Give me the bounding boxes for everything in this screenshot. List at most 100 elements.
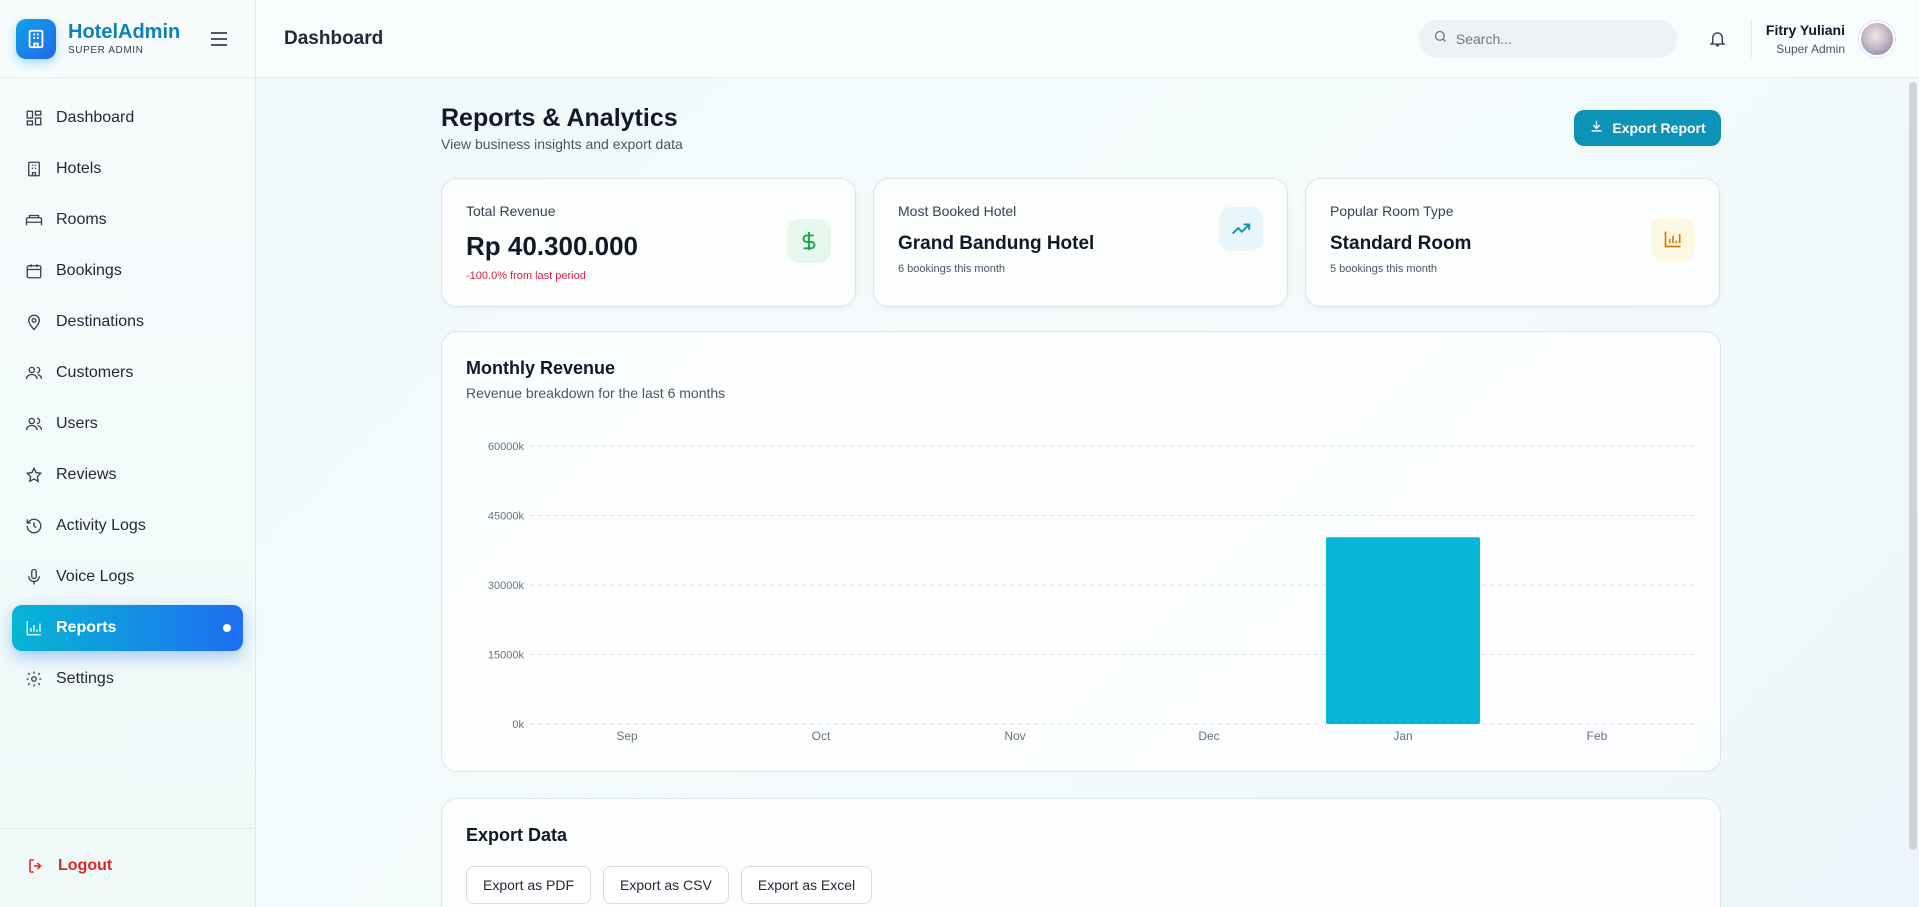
logout-section: Logout: [0, 828, 255, 887]
card-label: Most Booked Hotel: [898, 203, 1017, 219]
users-icon: [24, 414, 44, 434]
gear-icon: [24, 669, 44, 689]
bar-chart-icon: [24, 618, 44, 638]
page-title: Reports & Analytics: [441, 104, 678, 132]
top-header: Dashboard Fitry Yuliani Super Admin: [256, 0, 1919, 78]
export-report-button[interactable]: Export Report: [1574, 110, 1721, 146]
user-name: Fitry Yuliani: [1765, 21, 1845, 38]
trending-up-icon: [1219, 207, 1263, 251]
header-title: Dashboard: [284, 27, 384, 49]
chart-title: Monthly Revenue: [466, 358, 616, 378]
menu-toggle-icon[interactable]: [209, 29, 229, 49]
export-title: Export Data: [466, 825, 568, 845]
active-indicator-dot: [223, 624, 231, 632]
card-note: 5 bookings this month: [1330, 263, 1438, 275]
dashboard-icon: [24, 108, 44, 128]
bar-jan: [1326, 537, 1480, 724]
sidebar-item-label: Customers: [56, 364, 134, 381]
y-tick-label: 60000k: [488, 441, 525, 453]
logout-button[interactable]: Logout: [12, 845, 243, 887]
export-csv-button[interactable]: Export as CSV: [603, 866, 729, 904]
sidebar-item-label: Reports: [56, 619, 117, 636]
x-tick-label: Sep: [616, 729, 638, 743]
card-note: 6 bookings this month: [898, 263, 1006, 275]
history-icon: [24, 516, 44, 536]
map-pin-icon: [24, 312, 44, 332]
sidebar-item-activity-logs[interactable]: Activity Logs: [12, 503, 243, 549]
card-value: Grand Bandung Hotel: [898, 233, 1095, 254]
search-icon: [1433, 29, 1448, 49]
sidebar-item-label: Hotels: [56, 160, 102, 177]
x-tick-label: Oct: [812, 729, 831, 743]
search-input[interactable]: [1455, 30, 1656, 47]
logout-label: Logout: [58, 857, 113, 874]
brand-role: SUPER ADMIN: [68, 45, 144, 56]
avatar[interactable]: [1859, 20, 1895, 57]
export-pdf-button[interactable]: Export as PDF: [466, 866, 592, 904]
sidebar-item-customers[interactable]: Customers: [12, 350, 243, 396]
sidebar-item-dashboard[interactable]: Dashboard: [12, 95, 243, 141]
sidebar-item-label: Dashboard: [56, 109, 135, 126]
user-info[interactable]: Fitry Yuliani Super Admin: [1766, 22, 1845, 56]
sidebar-item-label: Reviews: [56, 466, 117, 483]
total-revenue-card: Total Revenue Rp 40.300.000 -100.0% from…: [441, 178, 856, 307]
x-tick-label: Feb: [1587, 729, 1608, 743]
star-icon: [24, 465, 44, 485]
sidebar-item-label: Destinations: [56, 313, 145, 330]
sidebar: HotelAdmin SUPER ADMIN Dashboard Hotels …: [0, 0, 256, 907]
sidebar-item-label: Bookings: [56, 262, 122, 279]
mic-icon: [24, 567, 44, 587]
user-role: Super Admin: [1776, 41, 1845, 56]
sidebar-item-settings[interactable]: Settings: [12, 656, 243, 702]
y-tick-label: 15000k: [488, 650, 525, 662]
sidebar-item-voice-logs[interactable]: Voice Logs: [12, 554, 243, 600]
export-report-label: Export Report: [1612, 120, 1706, 136]
calendar-icon: [24, 261, 44, 281]
x-tick-label: Jan: [1393, 729, 1412, 743]
y-tick-label: 45000k: [488, 511, 525, 523]
sidebar-item-label: Voice Logs: [56, 568, 135, 585]
bar-chart: 0k 15000k 30000k 45000k 60000k Sep Oct Nov Dec Ja…: [488, 441, 1694, 743]
card-label: Popular Room Type: [1330, 203, 1454, 219]
bell-icon[interactable]: [1707, 28, 1729, 50]
x-tick-label: Dec: [1198, 729, 1219, 743]
card-value: Standard Room: [1330, 233, 1472, 254]
bed-icon: [24, 210, 44, 230]
stat-cards: Total Revenue Rp 40.300.000 -100.0% from…: [441, 178, 1721, 307]
hotel-logo-icon: [16, 18, 56, 59]
sidebar-item-users[interactable]: Users: [12, 401, 243, 447]
y-tick-label: 0k: [512, 719, 524, 731]
popular-room-type-card: Popular Room Type Standard Room 5 bookin…: [1305, 178, 1720, 307]
sidebar-item-label: Activity Logs: [56, 517, 146, 534]
sidebar-nav: Dashboard Hotels Rooms Bookings Destinat…: [0, 78, 255, 702]
x-tick-label: Nov: [1004, 729, 1025, 743]
scrollbar[interactable]: [1909, 82, 1917, 850]
card-value: Rp 40.300.000: [466, 231, 639, 261]
export-excel-button[interactable]: Export as Excel: [740, 866, 873, 904]
sidebar-item-reviews[interactable]: Reviews: [12, 452, 243, 498]
most-booked-hotel-card: Most Booked Hotel Grand Bandung Hotel 6 …: [873, 178, 1288, 307]
header-divider: [1750, 19, 1752, 58]
monthly-revenue-chart: Monthly Revenue Revenue breakdown for th…: [441, 331, 1721, 772]
sidebar-item-hotels[interactable]: Hotels: [12, 146, 243, 192]
bar-chart-icon: [1651, 217, 1695, 261]
card-note: -100.0% from last period: [466, 270, 586, 282]
y-tick-label: 30000k: [488, 580, 525, 592]
users-icon: [24, 363, 44, 383]
sidebar-item-rooms[interactable]: Rooms: [12, 197, 243, 243]
brand: HotelAdmin SUPER ADMIN: [0, 0, 255, 78]
export-buttons: Export as PDF Export as CSV Export as Ex…: [466, 866, 1696, 904]
building-icon: [24, 159, 44, 179]
chart-subtitle: Revenue breakdown for the last 6 months: [466, 385, 726, 401]
dollar-icon: [787, 219, 831, 263]
sidebar-item-bookings[interactable]: Bookings: [12, 248, 243, 294]
download-icon: [1589, 119, 1604, 137]
search-box[interactable]: [1418, 19, 1677, 58]
brand-name: HotelAdmin: [68, 21, 181, 43]
page-header: Reports & Analytics View business insigh…: [441, 78, 1721, 178]
logout-icon: [26, 856, 46, 876]
sidebar-item-reports[interactable]: Reports: [12, 605, 243, 651]
sidebar-item-label: Users: [56, 415, 98, 432]
sidebar-item-destinations[interactable]: Destinations: [12, 299, 243, 345]
sidebar-item-label: Rooms: [56, 211, 107, 228]
